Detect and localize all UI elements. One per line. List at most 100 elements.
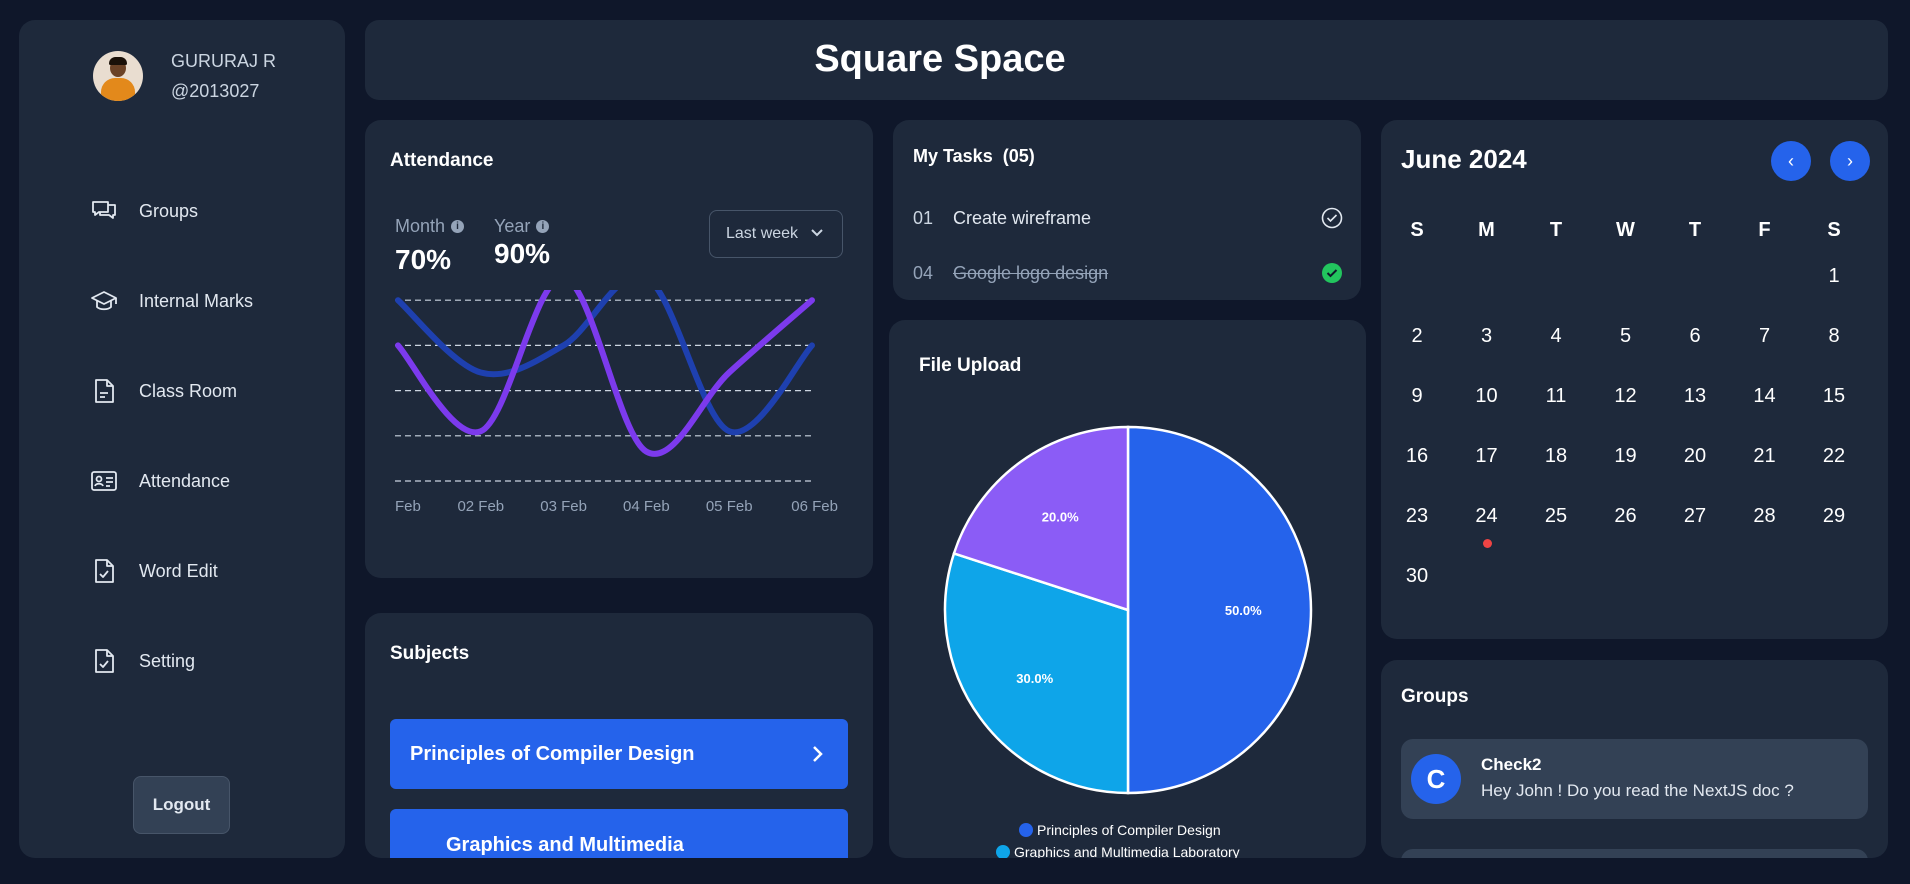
year-stat-value: 90%	[494, 238, 551, 269]
chevron-down-icon	[810, 225, 824, 243]
calendar-day[interactable]: 27	[1665, 496, 1725, 536]
calendar-day[interactable]: 19	[1596, 436, 1656, 476]
calendar-day[interactable]: 11	[1526, 376, 1586, 416]
sidebar-nav: Groups Internal Marks Class Room Attenda…	[89, 166, 253, 706]
calendar-day[interactable]: 18	[1526, 436, 1586, 476]
calendar-day[interactable]: 1	[1804, 256, 1864, 296]
calendar-card: June 2024 ‹ › S M T W T F S 1 2 3 4 5 6 7 8 9 10 11 12 13 14…	[1381, 120, 1888, 639]
legend-item[interactable]: Principles of Compiler Design	[1019, 822, 1221, 838]
attendance-line-chart: Feb 02 Feb 03 Feb 04 Feb 05 Feb 06 Feb	[395, 290, 838, 515]
month-stat-value: 70%	[395, 244, 452, 275]
user-handle: @2013027	[171, 81, 260, 101]
calendar-day[interactable]: 29	[1804, 496, 1864, 536]
sidebar-item-internal-marks[interactable]: Internal Marks	[89, 256, 253, 346]
pie-data-label: 30.0%	[1016, 671, 1053, 686]
x-tick-label: 05 Feb	[706, 498, 753, 515]
document-icon	[89, 376, 119, 406]
calendar-day[interactable]: 5	[1596, 316, 1656, 356]
calendar-day[interactable]: 24	[1457, 496, 1517, 536]
year-stat-label: Year i	[494, 216, 550, 237]
user-profile[interactable]: GURURAJ R @2013027	[93, 46, 276, 106]
calendar-day[interactable]: 14	[1735, 376, 1795, 416]
check-circle-icon[interactable]	[1321, 207, 1343, 229]
sidebar-item-class-room[interactable]: Class Room	[89, 346, 253, 436]
sidebar-item-label: Setting	[139, 650, 196, 671]
subject-item[interactable]: Graphics and Multimedia	[390, 809, 848, 858]
calendar-prev-button[interactable]: ‹	[1771, 141, 1811, 181]
info-icon[interactable]: i	[451, 220, 465, 233]
task-item[interactable]: 04 Google logo design	[913, 253, 1343, 293]
task-item[interactable]: 01 Create wireframe	[913, 198, 1343, 238]
tasks-card: My Tasks (05) 01 Create wireframe 04 Goo…	[893, 120, 1361, 300]
weekday-header: S	[1827, 219, 1841, 241]
calendar-day[interactable]: 4	[1526, 316, 1586, 356]
check-circle-filled-icon[interactable]	[1321, 262, 1343, 284]
calendar-day[interactable]: 8	[1804, 316, 1864, 356]
file-check-icon	[89, 646, 119, 676]
weekday-header: S	[1410, 219, 1424, 241]
pie-data-label: 20.0%	[1042, 510, 1079, 525]
subjects-title: Subjects	[390, 643, 470, 664]
month-stat-label: Month i	[395, 216, 465, 237]
event-marker-dot	[1482, 539, 1492, 548]
avatar[interactable]	[93, 51, 143, 101]
sidebar-item-label: Groups	[139, 200, 199, 221]
weekday-header: W	[1616, 219, 1635, 241]
calendar-next-button[interactable]: ›	[1830, 141, 1870, 181]
legend-item[interactable]: Graphics and Multimedia Laboratory	[996, 844, 1240, 858]
sidebar-item-attendance[interactable]: Attendance	[89, 436, 253, 526]
info-icon[interactable]: i	[536, 220, 550, 233]
user-name: GURURAJ R	[171, 51, 277, 71]
chat-icon	[89, 196, 119, 226]
attendance-title: Attendance	[390, 150, 494, 171]
sidebar-item-word-edit[interactable]: Word Edit	[89, 526, 253, 616]
calendar-day[interactable]: 17	[1457, 436, 1517, 476]
group-item[interactable]: C Check2 Hey John ! Do you read the Next…	[1401, 739, 1868, 819]
x-tick-label: 04 Feb	[623, 498, 670, 515]
calendar-day[interactable]: 7	[1735, 316, 1795, 356]
x-tick-label: Feb	[395, 498, 421, 515]
calendar-day[interactable]: 28	[1735, 496, 1795, 536]
sidebar-item-setting[interactable]: Setting	[89, 616, 253, 706]
page-title: Square Space	[814, 38, 1066, 80]
groups-card: Groups C Check2 Hey John ! Do you read t…	[1381, 660, 1888, 858]
sidebar: GURURAJ R @2013027 Groups Internal Marks	[19, 20, 345, 858]
calendar-day[interactable]: 13	[1665, 376, 1725, 416]
calendar-day[interactable]: 25	[1526, 496, 1586, 536]
weekday-header: F	[1758, 219, 1771, 241]
logout-button[interactable]: Logout	[133, 776, 230, 834]
x-tick-label: 03 Feb	[540, 498, 587, 515]
subject-item[interactable]: Principles of Compiler Design	[390, 719, 848, 789]
calendar-day[interactable]: 21	[1735, 436, 1795, 476]
calendar-day[interactable]: 26	[1596, 496, 1656, 536]
graduation-cap-icon	[89, 286, 119, 316]
range-select[interactable]: Last week	[709, 210, 843, 258]
tasks-title: My Tasks (05)	[913, 146, 1035, 166]
calendar-day[interactable]: 12	[1596, 376, 1656, 416]
pie-slice[interactable]	[1126, 425, 1313, 795]
calendar-day[interactable]: 23	[1387, 496, 1447, 536]
group-avatar: C	[1411, 754, 1461, 804]
calendar-day[interactable]: 10	[1457, 376, 1517, 416]
header: Square Space	[365, 20, 1888, 100]
x-tick-label: 06 Feb	[791, 498, 838, 515]
calendar-day[interactable]: 9	[1387, 376, 1447, 416]
group-item[interactable]	[1401, 849, 1868, 858]
file-upload-pie-chart: 50.0% 30.0% 20.0%	[943, 425, 1313, 795]
calendar-day[interactable]: 2	[1387, 316, 1447, 356]
calendar-day[interactable]: 22	[1804, 436, 1864, 476]
calendar-day[interactable]: 6	[1665, 316, 1725, 356]
sidebar-item-label: Class Room	[139, 380, 238, 401]
calendar-day[interactable]: 16	[1387, 436, 1447, 476]
calendar-day[interactable]: 3	[1457, 316, 1517, 356]
calendar-day[interactable]: 30	[1387, 556, 1447, 596]
chevron-right-icon	[812, 839, 824, 858]
sidebar-item-groups[interactable]: Groups	[89, 166, 253, 256]
calendar-month-title: June 2024	[1401, 144, 1527, 174]
subjects-card: Subjects Principles of Compiler Design G…	[365, 613, 873, 858]
task-count-badge: (05)	[1002, 146, 1035, 166]
weekday-header: T	[1688, 219, 1702, 241]
calendar-day[interactable]: 20	[1665, 436, 1725, 476]
weekday-header: M	[1478, 219, 1495, 241]
calendar-day[interactable]: 15	[1804, 376, 1864, 416]
